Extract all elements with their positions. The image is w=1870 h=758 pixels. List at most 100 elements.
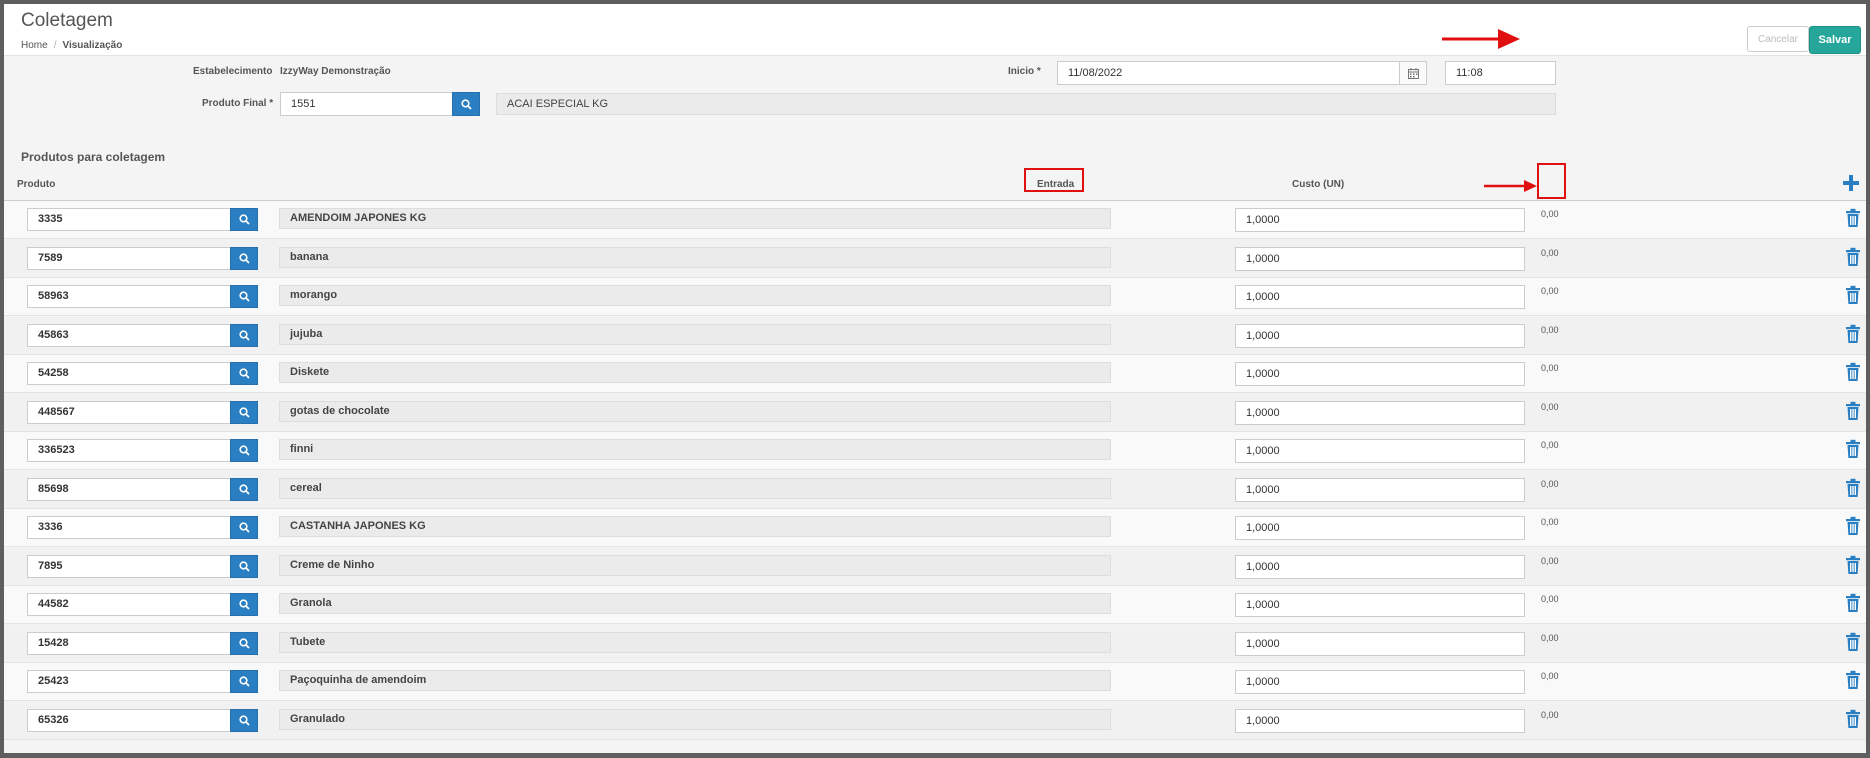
trash-icon[interactable] <box>1845 401 1861 421</box>
product-search-button[interactable] <box>230 631 258 655</box>
product-search-button[interactable] <box>230 439 258 462</box>
inicio-date-input[interactable]: 11/08/2022 <box>1057 61 1400 85</box>
col-header-produto: Produto <box>17 179 56 190</box>
save-button[interactable]: Salvar <box>1809 26 1861 54</box>
produto-final-search-button[interactable] <box>452 92 480 116</box>
table-row: 25423 Paçoquinha de amendoim 1,0000 0,00 <box>4 663 1866 701</box>
product-search-button[interactable] <box>230 708 258 732</box>
entrada-input[interactable]: 1,0000 <box>1235 554 1525 579</box>
entrada-input[interactable]: 1,0000 <box>1235 246 1525 271</box>
breadcrumb-current: Visualização <box>62 40 123 51</box>
breadcrumb-home[interactable]: Home <box>21 40 48 51</box>
product-code-input[interactable]: 25423 <box>27 670 231 693</box>
custo-value: 0,00 <box>1541 440 1559 450</box>
trash-icon[interactable] <box>1845 670 1861 690</box>
product-code-input[interactable]: 85698 <box>27 477 231 501</box>
product-name: gotas de chocolate <box>279 400 1111 422</box>
table-row: 54258 Diskete 1,0000 0,00 <box>4 355 1866 393</box>
entrada-input[interactable]: 1,0000 <box>1235 593 1525 617</box>
trash-icon[interactable] <box>1845 247 1861 267</box>
product-code-input[interactable]: 58963 <box>27 285 231 308</box>
custo-value: 0,00 <box>1541 247 1559 258</box>
entrada-input[interactable]: 1,0000 <box>1235 362 1525 386</box>
table-row: 3336 CASTANHA JAPONES KG 1,0000 0,00 <box>4 509 1866 547</box>
trash-icon[interactable] <box>1845 632 1861 652</box>
custo-value: 0,00 <box>1541 324 1559 335</box>
trash-icon[interactable] <box>1845 324 1861 344</box>
produto-final-code-input[interactable]: 1551 <box>280 92 453 116</box>
search-icon <box>238 483 250 495</box>
cancel-button[interactable]: Cancelar <box>1747 26 1809 52</box>
custo-value: 0,00 <box>1541 286 1559 296</box>
inicio-time-input[interactable]: 11:08 <box>1445 61 1556 85</box>
product-code-input[interactable]: 45863 <box>27 323 231 347</box>
entrada-input[interactable]: 1,0000 <box>1235 631 1525 656</box>
custo-value: 0,00 <box>1541 401 1559 412</box>
trash-icon[interactable] <box>1845 593 1861 613</box>
add-row-plus-icon[interactable] <box>1842 174 1860 192</box>
product-search-button[interactable] <box>230 362 258 385</box>
product-code-input[interactable]: 15428 <box>27 631 231 655</box>
product-search-button[interactable] <box>230 477 258 501</box>
product-code-input[interactable]: 7589 <box>27 246 231 270</box>
produto-final-name: ACAI ESPECIAL KG <box>496 93 1556 115</box>
product-search-button[interactable] <box>230 670 258 693</box>
search-icon <box>238 214 250 225</box>
product-search-button[interactable] <box>230 323 258 347</box>
search-icon <box>238 599 250 610</box>
entrada-input[interactable]: 1,0000 <box>1235 670 1525 694</box>
product-search-button[interactable] <box>230 554 258 578</box>
trash-icon[interactable] <box>1845 478 1861 498</box>
product-code-input[interactable]: 448567 <box>27 400 231 424</box>
product-code-input[interactable]: 3335 <box>27 208 231 231</box>
entrada-input[interactable]: 1,0000 <box>1235 400 1525 425</box>
product-search-button[interactable] <box>230 285 258 308</box>
product-search-button[interactable] <box>230 208 258 231</box>
search-icon <box>238 406 250 418</box>
trash-icon[interactable] <box>1845 709 1861 729</box>
product-search-button[interactable] <box>230 516 258 539</box>
product-search-button[interactable] <box>230 246 258 270</box>
page-title: Coletagem <box>21 10 113 31</box>
entrada-input[interactable]: 1,0000 <box>1235 516 1525 540</box>
entrada-highlight-box <box>1024 168 1084 192</box>
search-icon <box>238 291 250 302</box>
entrada-input[interactable]: 1,0000 <box>1235 708 1525 733</box>
product-code-input[interactable]: 44582 <box>27 593 231 616</box>
product-name: Creme de Ninho <box>279 554 1111 576</box>
search-icon <box>460 98 472 110</box>
arrow-annotation-plus <box>1484 180 1537 192</box>
search-icon <box>238 368 250 379</box>
table-row: 85698 cereal 1,0000 0,00 <box>4 470 1866 509</box>
product-code-input[interactable]: 65326 <box>27 708 231 732</box>
product-search-button[interactable] <box>230 400 258 424</box>
custo-value: 0,00 <box>1541 363 1559 373</box>
entrada-input[interactable]: 1,0000 <box>1235 323 1525 348</box>
trash-icon[interactable] <box>1845 439 1861 459</box>
product-code-input[interactable]: 7895 <box>27 554 231 578</box>
table-row: 65326 Granulado 1,0000 0,00 <box>4 701 1866 740</box>
search-icon <box>238 637 250 649</box>
entrada-input[interactable]: 1,0000 <box>1235 477 1525 502</box>
product-code-input[interactable]: 336523 <box>27 439 231 462</box>
calendar-icon <box>1407 67 1419 79</box>
plus-highlight-box <box>1537 163 1566 199</box>
custo-value: 0,00 <box>1541 709 1559 720</box>
calendar-button[interactable] <box>1399 61 1427 85</box>
trash-icon[interactable] <box>1845 555 1861 575</box>
trash-icon[interactable] <box>1845 362 1861 382</box>
table-row: 15428 Tubete 1,0000 0,00 <box>4 624 1866 663</box>
trash-icon[interactable] <box>1845 208 1861 228</box>
entrada-input[interactable]: 1,0000 <box>1235 208 1525 232</box>
entrada-input[interactable]: 1,0000 <box>1235 285 1525 309</box>
product-code-input[interactable]: 3336 <box>27 516 231 539</box>
trash-icon[interactable] <box>1845 516 1861 536</box>
product-search-button[interactable] <box>230 593 258 616</box>
entrada-input[interactable]: 1,0000 <box>1235 439 1525 463</box>
table-row: 3335 AMENDOIM JAPONES KG 1,0000 0,00 <box>4 201 1866 239</box>
trash-icon[interactable] <box>1845 285 1861 305</box>
product-code-input[interactable]: 54258 <box>27 362 231 385</box>
custo-value: 0,00 <box>1541 517 1559 527</box>
product-name: Tubete <box>279 631 1111 653</box>
col-header-custo: Custo (UN) <box>1292 179 1345 190</box>
